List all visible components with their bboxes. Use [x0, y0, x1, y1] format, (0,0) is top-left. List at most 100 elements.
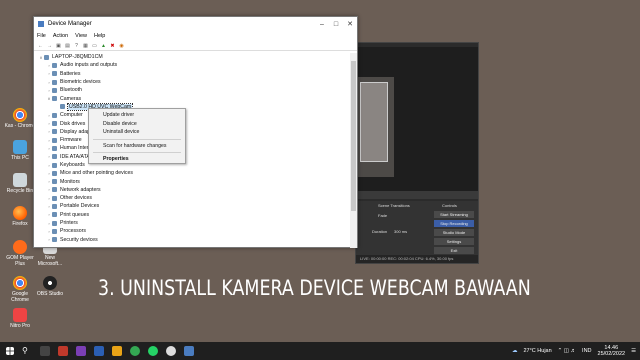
tree-node[interactable]: › Computer [34, 111, 351, 119]
tree-node-label: Human Interf [60, 145, 90, 152]
tree-node[interactable]: › IDE ATA/ATAP [34, 153, 351, 161]
properties-icon[interactable]: ▣ [55, 43, 62, 49]
scan-icon[interactable]: ◉ [118, 43, 125, 49]
tree-node[interactable]: › Firmware [34, 136, 351, 144]
device-manager-taskbar-icon[interactable] [184, 346, 194, 356]
nitro-icon [13, 308, 27, 322]
update-driver-icon[interactable]: ▲ [100, 43, 107, 49]
stop-recording-button[interactable]: Stop Recording [434, 220, 474, 227]
desktop-icon[interactable]: Firefox [4, 206, 36, 227]
tree-node[interactable]: › Printers [34, 219, 351, 227]
clock[interactable]: 14.46 25/02/2022 [598, 345, 626, 357]
obs-preview[interactable] [356, 47, 478, 197]
tree-node-label: Bluetooth [60, 87, 82, 94]
menu-file[interactable]: File [37, 33, 46, 39]
back-icon[interactable]: ← [37, 43, 44, 49]
device-icon [52, 162, 57, 168]
uninstall-icon[interactable]: ✖ [109, 43, 116, 49]
tree-node[interactable]: › Bluetooth [34, 86, 351, 94]
desktop-icon[interactable]: This PC [4, 140, 36, 161]
scrollbar-thumb[interactable] [351, 61, 356, 211]
studio-mode-button[interactable]: Studio Mode [434, 229, 474, 236]
context-menu-item[interactable]: Disable device [89, 120, 185, 129]
task-view-icon[interactable] [40, 346, 50, 356]
language-indicator[interactable]: IND [582, 348, 591, 354]
chrome-taskbar-icon[interactable] [130, 346, 140, 356]
view-icon[interactable]: ▦ [82, 43, 89, 49]
title-bar[interactable]: Device Manager – □ ✕ [34, 17, 357, 31]
desktop-icon[interactable]: Kas - Chrome [4, 108, 36, 129]
settings-button[interactable]: Settings [434, 238, 474, 245]
device-icon [52, 212, 57, 218]
tree-node[interactable]: › Processors [34, 227, 351, 235]
system-tray: ☁ 27°C Hujan ⌃ ◫ ♬ IND 14.46 25/02/2022 … [512, 342, 636, 360]
tree-node[interactable]: ∨ LAPTOP-J8QMD1CM [34, 53, 351, 61]
show-hide-icon[interactable]: ▤ [64, 43, 71, 49]
vertical-scrollbar[interactable] [350, 53, 357, 248]
desktop-icon[interactable]: Recycle Bin [4, 173, 36, 194]
obs-taskbar-icon[interactable] [166, 346, 176, 356]
tree-node[interactable]: › Human Interf [34, 144, 351, 152]
transition-select[interactable]: Fade [378, 213, 387, 218]
tree-node[interactable]: › Display adapt [34, 128, 351, 136]
context-menu-item[interactable]: Uninstall device [89, 128, 185, 137]
start-streaming-button[interactable]: Start Streaming [434, 211, 474, 218]
forward-icon[interactable]: → [46, 43, 53, 49]
tree-node[interactable]: › Biometric devices [34, 78, 351, 86]
desktop-icon[interactable]: Nitro Pro [4, 308, 36, 329]
tree-node[interactable]: USB2.0 HD UVC WebCam [34, 102, 351, 111]
tree-node[interactable]: › Portable Devices [34, 202, 351, 210]
tree-node[interactable]: › Other devices [34, 194, 351, 202]
menu-view[interactable]: View [75, 33, 87, 39]
tree-node-label: Portable Devices [60, 203, 100, 210]
desktop-icon[interactable]: OBS Studio [34, 276, 66, 297]
context-menu-item[interactable]: Update driver [89, 111, 185, 120]
device-manager-window[interactable]: Device Manager – □ ✕ File Action View He… [33, 16, 358, 248]
menu-bar: File Action View Help [34, 31, 357, 41]
app-icon[interactable] [58, 346, 68, 356]
menu-action[interactable]: Action [53, 33, 68, 39]
help-icon[interactable]: ? [73, 43, 80, 49]
context-menu-item[interactable]: Scan for hardware changes [89, 142, 185, 151]
context-menu-item[interactable]: Properties [89, 155, 185, 164]
weather-text[interactable]: 27°C Hujan [523, 348, 551, 354]
minimize-button[interactable]: – [315, 21, 329, 28]
desktop-icon[interactable]: GOM Player Plus [4, 240, 36, 267]
obs-window[interactable]: Scene Transitions Controls Fade Duration… [355, 42, 479, 264]
tree-node[interactable]: › Print queues [34, 211, 351, 219]
device-tree[interactable]: ∨ LAPTOP-J8QMD1CM › Audio inputs and output… [34, 53, 351, 248]
device-icon [52, 71, 57, 77]
tree-node[interactable]: › Security devices [34, 236, 351, 244]
onenote-icon[interactable] [76, 346, 86, 356]
explorer-icon[interactable] [112, 346, 122, 356]
search-icon[interactable]: ⚲ [22, 346, 32, 356]
tree-node-label: Security devices [60, 236, 98, 243]
tree-node-label: Network adapters [60, 186, 101, 193]
tree-node[interactable]: › Network adapters [34, 186, 351, 194]
monitor-icon[interactable]: ▭ [91, 43, 98, 49]
desktop-icon-label: Kas - Chrome [4, 123, 36, 129]
tree-node[interactable]: ∨ Cameras [34, 94, 351, 102]
menu-help[interactable]: Help [94, 33, 105, 39]
tree-node[interactable]: › Batteries [34, 70, 351, 78]
duration-input[interactable]: 300 ms [394, 229, 407, 234]
exit-button[interactable]: Exit [434, 247, 474, 254]
start-icon[interactable] [6, 347, 14, 355]
close-button[interactable]: ✕ [343, 20, 357, 28]
maximize-button[interactable]: □ [329, 21, 343, 28]
whatsapp-icon[interactable] [148, 346, 158, 356]
notification-icon[interactable]: ☰ [631, 348, 636, 354]
word-icon[interactable] [94, 346, 104, 356]
tree-node[interactable]: › Disk drives [34, 119, 351, 127]
device-icon [52, 228, 57, 234]
obs-icon [43, 276, 57, 290]
device-manager-icon [38, 21, 44, 27]
tree-node[interactable]: › Audio inputs and outputs [34, 61, 351, 69]
tree-node[interactable]: › Monitors [34, 177, 351, 185]
tray-icons[interactable]: ⌃ ◫ ♬ [558, 348, 576, 354]
weather-icon[interactable]: ☁ [512, 348, 518, 354]
tree-node[interactable]: › Mice and other pointing devices [34, 169, 351, 177]
desktop-icon[interactable]: Google Chrome [4, 276, 36, 303]
tree-node[interactable]: › Keyboards [34, 161, 351, 169]
device-icon [52, 220, 57, 226]
